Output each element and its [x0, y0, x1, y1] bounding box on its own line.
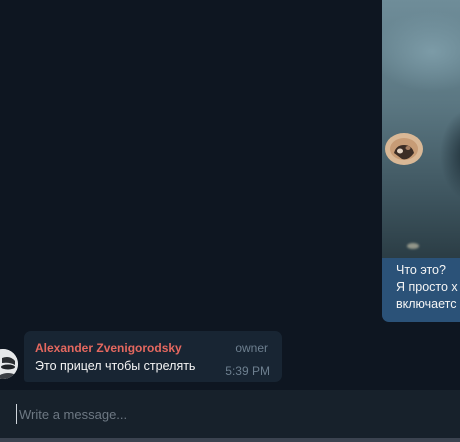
- message-composer: [0, 390, 460, 438]
- message-input[interactable]: [16, 404, 439, 424]
- chat-window: Что это? Я просто х включаетс Alexander …: [0, 0, 460, 442]
- sender-avatar[interactable]: [0, 349, 18, 379]
- photo-glint: [407, 243, 419, 249]
- photo-attachment[interactable]: [382, 0, 460, 258]
- incoming-message[interactable]: Alexander Zvenigorodsky owner Это прицел…: [24, 331, 282, 382]
- caption-line: Что это?: [396, 263, 446, 277]
- owner-badge: owner: [235, 341, 268, 355]
- sender-name[interactable]: Alexander Zvenigorodsky: [35, 341, 182, 355]
- caption-line: включаетс: [396, 297, 457, 311]
- caption-line: Я просто х: [396, 280, 458, 294]
- message-time: 5:39 PM: [225, 364, 270, 378]
- window-bottom-edge: [0, 438, 460, 442]
- photo-object: [385, 133, 423, 165]
- avatar-image: [0, 349, 18, 379]
- message-text: Это прицел чтобы стрелять: [35, 359, 196, 373]
- media-caption: Что это? Я просто х включаетс: [396, 262, 460, 313]
- outgoing-media-message[interactable]: Что это? Я просто х включаетс: [382, 0, 460, 322]
